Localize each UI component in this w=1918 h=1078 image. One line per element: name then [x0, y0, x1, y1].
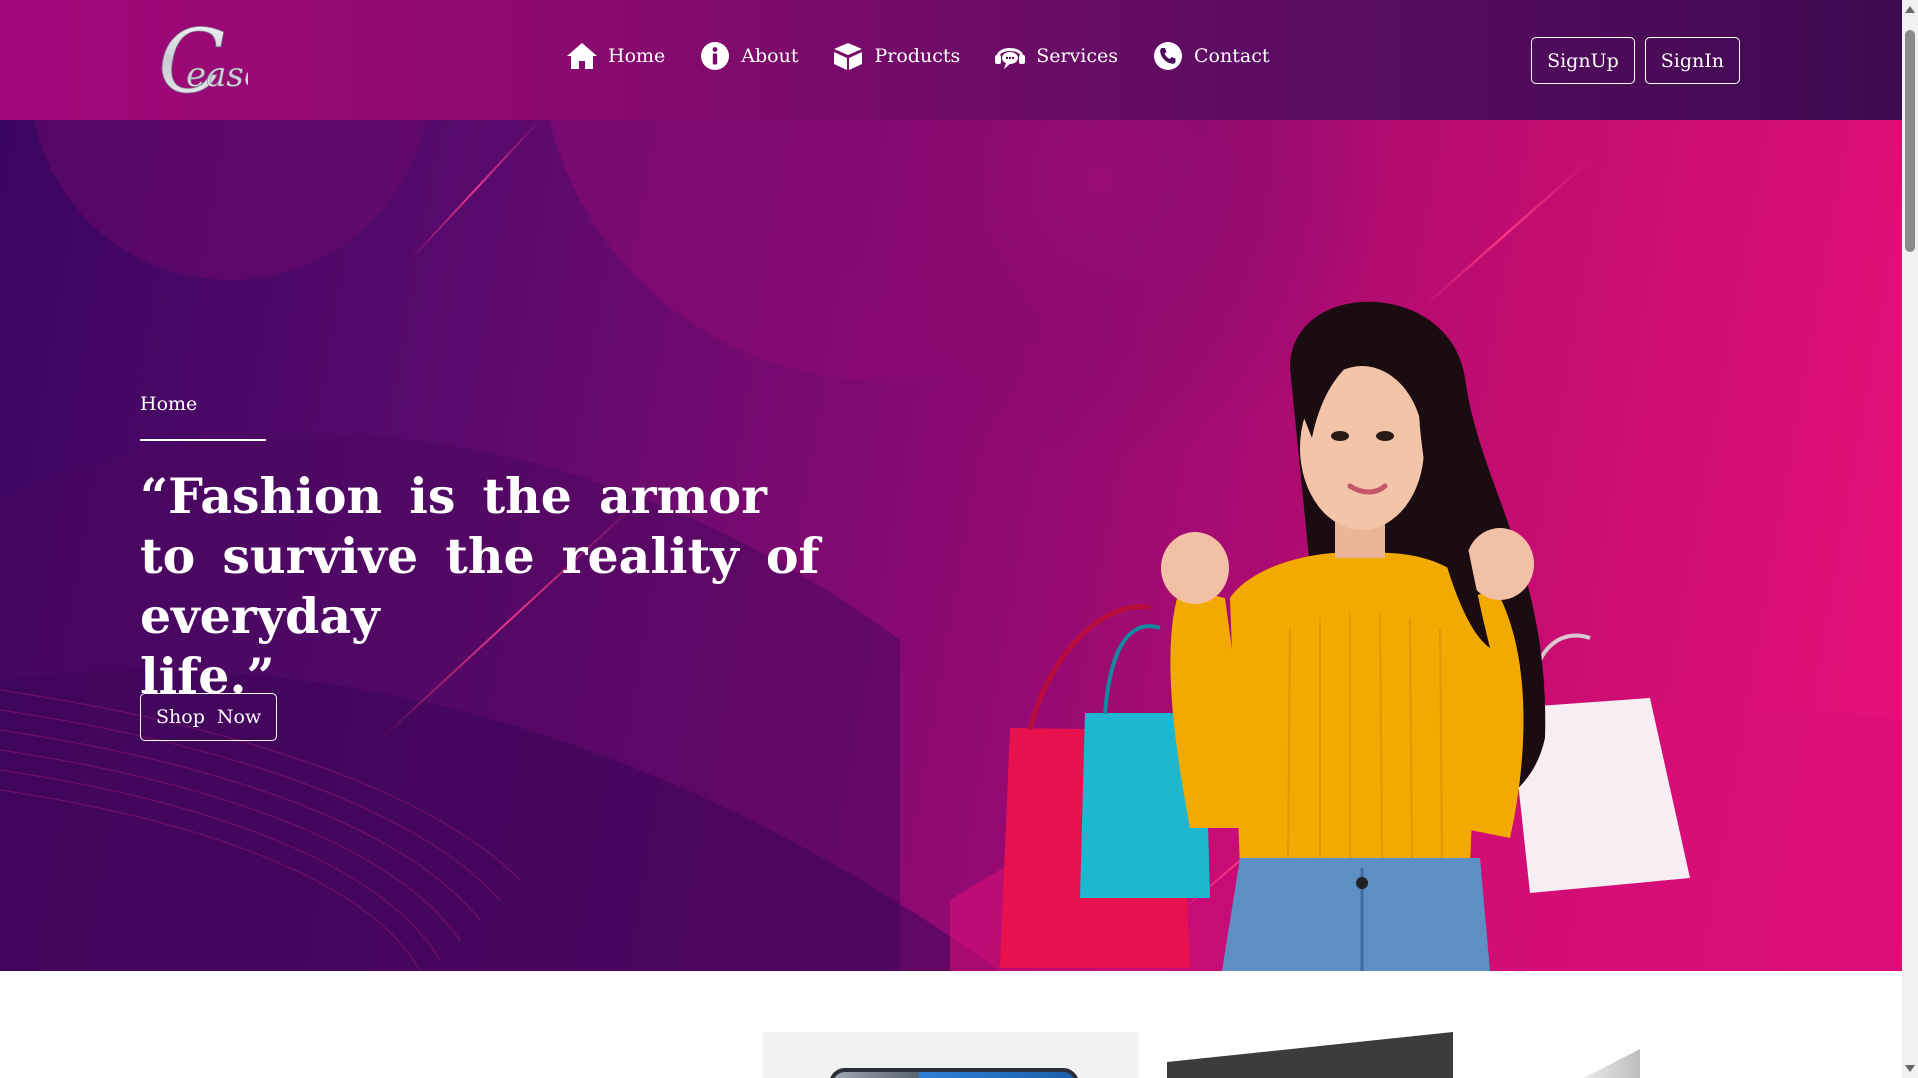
product-image-third: [1583, 1049, 1640, 1078]
hero-quote-line-1: “Fashion is the armor: [140, 467, 767, 525]
hero-banner: Home “Fashion is the armor to survive th…: [0, 120, 1902, 971]
product-image-laptop: [1167, 1032, 1453, 1078]
nav-products-label: Products: [874, 45, 961, 67]
nav-contact-label: Contact: [1194, 45, 1270, 67]
product-image-phone: [829, 1068, 1079, 1078]
breadcrumb: Home: [140, 393, 198, 415]
nav-about-label: About: [741, 45, 799, 67]
phone-icon: [1152, 40, 1184, 72]
chat-support-icon: [994, 40, 1026, 72]
breadcrumb-underline: [140, 439, 266, 441]
nav-home[interactable]: Home: [566, 40, 665, 72]
scroll-up-arrow-icon[interactable]: [1905, 6, 1915, 13]
product-card-laptop[interactable]: [1167, 1032, 1453, 1078]
signup-button[interactable]: SignUp: [1531, 37, 1635, 84]
hero-model-image: [1000, 301, 1690, 971]
nav-products[interactable]: Products: [832, 40, 960, 72]
signin-button[interactable]: SignIn: [1644, 37, 1740, 84]
page-scrollbar[interactable]: [1902, 0, 1918, 1078]
nav-services-label: Services: [1036, 45, 1119, 67]
brand-logo[interactable]: C easor: [158, 10, 283, 114]
product-card-third[interactable]: [1550, 1041, 1640, 1078]
products-preview: [0, 971, 1902, 1078]
svg-text:easor: easor: [186, 55, 248, 95]
main-nav: Home About Products Services Contact: [566, 40, 1269, 72]
nav-about[interactable]: About: [699, 40, 798, 72]
navbar: C easor Home About Products Ser: [0, 0, 1902, 120]
auth-buttons: SignUp SignIn: [1531, 37, 1740, 84]
scroll-down-arrow-icon[interactable]: [1905, 1065, 1915, 1072]
nav-contact[interactable]: Contact: [1152, 40, 1269, 72]
product-card-phone[interactable]: [763, 1032, 1139, 1078]
box-icon: [832, 40, 864, 72]
nav-services[interactable]: Services: [994, 40, 1118, 72]
hero-quote-line-2: to survive the reality of everyday: [140, 527, 820, 645]
scroll-thumb[interactable]: [1905, 30, 1915, 252]
info-icon: [699, 40, 731, 72]
nav-home-label: Home: [608, 45, 666, 67]
hero-quote: “Fashion is the armor to survive the rea…: [140, 466, 960, 706]
home-icon: [566, 40, 598, 72]
shop-now-button[interactable]: Shop Now: [140, 693, 278, 741]
